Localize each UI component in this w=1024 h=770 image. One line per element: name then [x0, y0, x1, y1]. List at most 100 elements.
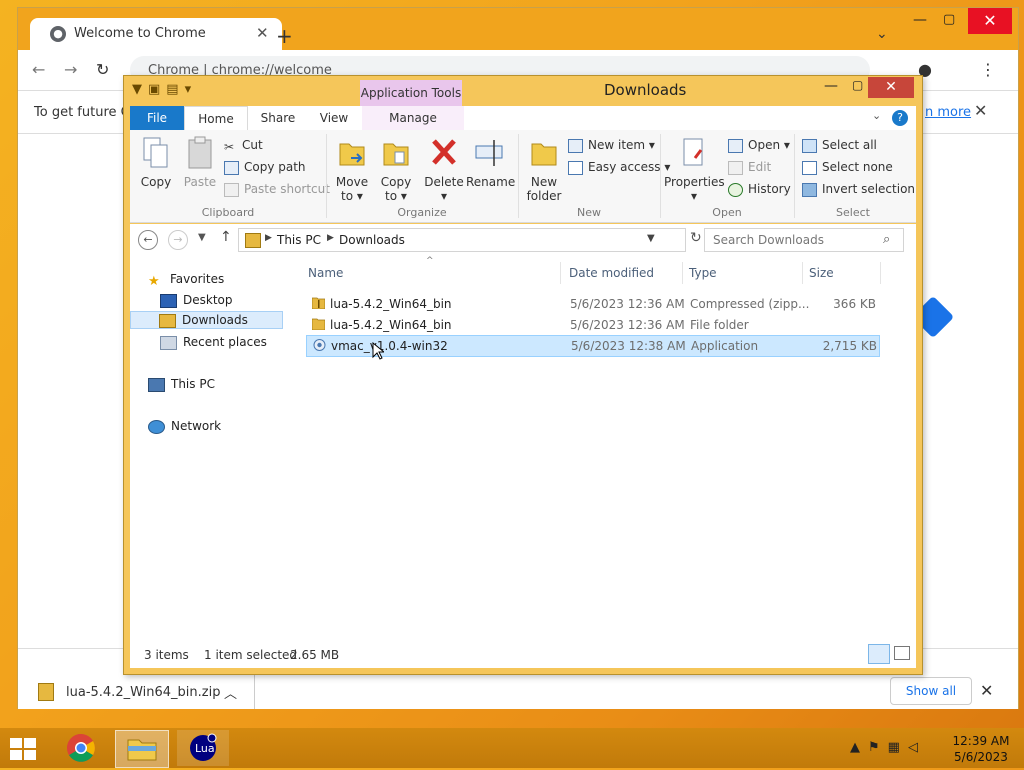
close-download-shelf-icon[interactable]: ✕	[980, 681, 993, 700]
taskbar-lua-button[interactable]: Lua	[177, 730, 229, 766]
kebab-menu-icon[interactable]: ⋮	[980, 60, 996, 79]
chrome-close-button[interactable]: ✕	[968, 8, 1012, 34]
table-row[interactable]: lua-5.4.2_Win64_bin 5/6/2023 12:36 AM Fi…	[306, 315, 878, 335]
refresh-icon[interactable]: ↻	[690, 230, 702, 246]
column-header-type[interactable]: Type	[689, 266, 717, 280]
system-tray[interactable]: ▲⚑▦◁	[850, 740, 926, 755]
explorer-window: ▼▣▤▾ Application Tools Downloads — ▢ ✕ F…	[123, 75, 923, 675]
show-all-downloads-button[interactable]: Show all	[890, 677, 972, 705]
select-all-button[interactable]: Select all	[802, 138, 877, 153]
paste-shortcut-button[interactable]: Paste shortcut	[224, 182, 330, 197]
history-icon	[728, 182, 743, 197]
table-row[interactable]: vmac_v1.0.4-win32 5/6/2023 12:38 AM Appl…	[306, 335, 880, 357]
new-folder-icon	[531, 143, 557, 166]
table-row[interactable]: lua-5.4.2_Win64_bin 5/6/2023 12:36 AM Co…	[306, 294, 878, 314]
chevron-down-icon[interactable]: ▼	[647, 233, 655, 244]
history-label: History	[748, 182, 791, 196]
column-header-date[interactable]: Date modified	[569, 266, 654, 280]
move-to-button[interactable]: Move to ▾	[332, 136, 372, 203]
paste-button[interactable]: Paste	[180, 136, 220, 189]
tab-file[interactable]: File	[130, 106, 184, 130]
divider[interactable]	[802, 262, 803, 284]
network-status-icon[interactable]: ▦	[888, 740, 908, 755]
nav-downloads-label: Downloads	[182, 313, 248, 327]
nav-desktop-label: Desktop	[183, 293, 233, 307]
explorer-close-button[interactable]: ✕	[868, 77, 914, 98]
open-button[interactable]: Open ▾	[728, 138, 790, 153]
tab-search-icon[interactable]: ⌄	[876, 26, 888, 42]
tab-manage[interactable]: Manage	[362, 106, 464, 130]
nav-this-pc[interactable]: This PC	[148, 377, 215, 392]
invert-selection-label: Invert selection	[822, 182, 916, 196]
back-arrow-icon[interactable]: ←	[138, 230, 158, 250]
flag-icon[interactable]: ⚑	[868, 740, 888, 755]
forward-arrow-icon[interactable]: →	[168, 230, 188, 250]
large-icons-view-icon[interactable]	[894, 646, 910, 660]
new-tab-button[interactable]: +	[276, 24, 293, 48]
reload-icon[interactable]: ↻	[96, 60, 109, 79]
select-none-button[interactable]: Select none	[802, 160, 893, 175]
up-arrow-icon[interactable]: ↑	[220, 229, 232, 245]
select-all-icon	[802, 138, 817, 153]
nav-downloads[interactable]: Downloads	[130, 311, 283, 329]
address-bar[interactable]: ▶ This PC ▶ Downloads ▼	[238, 228, 686, 252]
new-item-button[interactable]: New item ▾	[568, 138, 655, 153]
nav-network[interactable]: Network	[148, 419, 221, 434]
properties-button[interactable]: Properties ▾	[664, 136, 725, 203]
copy-to-button[interactable]: Copy to ▾	[376, 136, 416, 203]
search-input[interactable]: Search Downloads ⌕	[704, 228, 904, 252]
help-icon[interactable]: ?	[892, 110, 908, 126]
taskbar-explorer-button[interactable]	[115, 730, 169, 768]
network-icon	[148, 419, 165, 434]
chrome-tab-welcome[interactable]: ● Welcome to Chrome ✕	[30, 18, 282, 50]
cut-button[interactable]: ✂ Cut	[224, 138, 263, 154]
download-filename[interactable]: lua-5.4.2_Win64_bin.zip	[66, 685, 220, 700]
clock[interactable]: 12:39 AM 5/6/2023	[948, 733, 1014, 765]
copy-path-button[interactable]: Copy path	[224, 160, 306, 175]
search-icon[interactable]: ⌕	[883, 232, 890, 247]
column-header-name[interactable]: Name	[308, 266, 343, 280]
nav-recent-places[interactable]: Recent places	[160, 335, 267, 350]
nav-favorites[interactable]: ★ Favorites	[148, 272, 224, 289]
tab-home[interactable]: Home	[184, 106, 248, 130]
tab-view[interactable]: View	[308, 106, 360, 130]
divider[interactable]	[682, 262, 683, 284]
divider[interactable]	[560, 262, 561, 284]
delete-button[interactable]: Delete ▾	[424, 136, 464, 203]
copy-button[interactable]: Copy	[136, 136, 176, 189]
chevron-down-icon[interactable]: ⌄	[872, 109, 881, 122]
show-hidden-icons-icon[interactable]: ▲	[850, 740, 868, 755]
close-tab-icon[interactable]: ✕	[256, 24, 269, 42]
chevron-up-icon[interactable]: ︿	[224, 683, 237, 702]
column-header-size[interactable]: Size	[809, 266, 834, 280]
nav-desktop[interactable]: Desktop	[160, 293, 233, 308]
infobar-learn-more-link[interactable]: n more	[925, 105, 971, 120]
chevron-right-icon[interactable]: ▶	[327, 233, 334, 243]
taskbar: Lua ▲⚑▦◁ 12:39 AM 5/6/2023	[0, 728, 1024, 768]
chrome-minimize-button[interactable]: —	[913, 12, 927, 28]
chrome-maximize-button[interactable]: ▢	[943, 12, 955, 27]
edit-button[interactable]: Edit	[728, 160, 771, 175]
divider[interactable]	[880, 262, 881, 284]
taskbar-chrome-button[interactable]	[60, 730, 112, 766]
infobar-close-icon[interactable]: ✕	[974, 101, 987, 120]
tab-share[interactable]: Share	[250, 106, 306, 130]
history-button[interactable]: History	[728, 182, 791, 197]
rename-button[interactable]: Rename	[466, 136, 515, 189]
easy-access-button[interactable]: Easy access ▾	[568, 160, 670, 175]
back-arrow-icon[interactable]: ←	[32, 60, 45, 79]
start-button[interactable]	[10, 738, 38, 760]
breadcrumb-downloads[interactable]: Downloads	[339, 233, 405, 247]
quick-access-toolbar[interactable]: ▼▣▤▾	[132, 82, 197, 97]
recent-locations-chevron-icon[interactable]: ▼	[198, 232, 206, 243]
invert-selection-button[interactable]: Invert selection	[802, 182, 915, 197]
breadcrumb-this-pc[interactable]: This PC	[277, 233, 321, 247]
forward-arrow-icon[interactable]: →	[64, 60, 77, 79]
explorer-minimize-button[interactable]: —	[824, 78, 838, 94]
details-view-icon[interactable]	[868, 644, 890, 664]
downloads-folder-icon	[159, 313, 176, 328]
explorer-maximize-button[interactable]: ▢	[852, 78, 863, 92]
chevron-right-icon[interactable]: ▶	[265, 233, 272, 243]
speaker-muted-icon[interactable]: ◁	[908, 740, 926, 755]
new-folder-button[interactable]: New folder	[524, 136, 564, 203]
